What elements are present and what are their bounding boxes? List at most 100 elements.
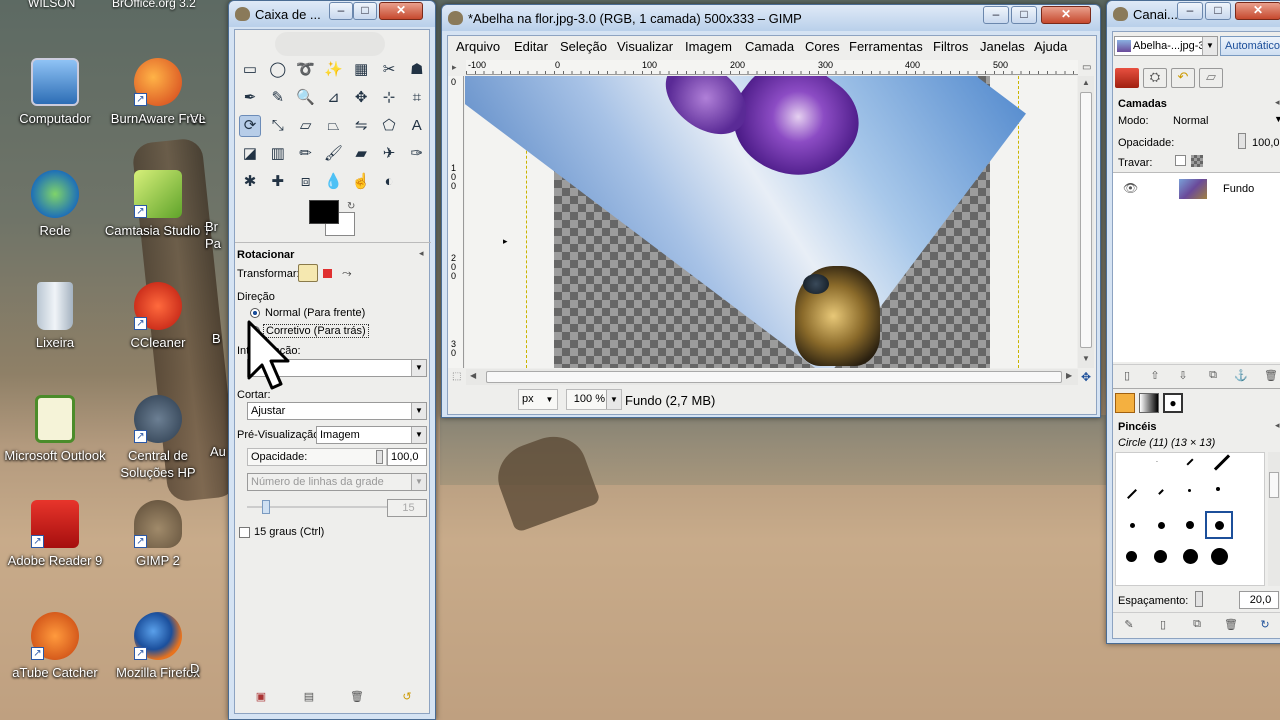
heal-icon[interactable]: ✚	[267, 171, 289, 193]
lock-pixels-checkbox[interactable]	[1175, 155, 1186, 166]
delete-options-icon[interactable]: 🗑	[349, 690, 365, 704]
perspective-icon[interactable]: ⏢	[322, 115, 344, 137]
grid-lines-slider[interactable]	[247, 500, 387, 514]
panel-menu-icon[interactable]: ◂	[1275, 97, 1280, 108]
smudge-icon[interactable]: ☝	[350, 171, 372, 193]
close-button[interactable]: ✕	[1235, 2, 1280, 20]
minimize-button[interactable]: –	[1177, 2, 1203, 20]
clone-icon[interactable]: ✱	[239, 171, 261, 193]
reset-options-icon[interactable]: ↺	[399, 690, 415, 704]
desktop-icon-partial[interactable]: D	[190, 612, 220, 677]
brush-item[interactable]: .	[1156, 457, 1158, 464]
layer-opacity-slider-handle[interactable]	[1238, 133, 1246, 149]
shear-icon[interactable]: ▱	[295, 115, 317, 137]
desktop-icon-hp[interactable]: ↗ Central de Soluções HP	[103, 395, 213, 481]
align-icon[interactable]: ⊹	[378, 87, 400, 109]
delete-layer-icon[interactable]: 🗑	[1263, 369, 1279, 383]
horizontal-scrollbar[interactable]: ◀ ▶	[466, 369, 1078, 385]
navigate-icon[interactable]: ▭	[1082, 62, 1091, 73]
opacity-spin[interactable]: 100,0	[387, 448, 427, 466]
horizontal-scroll-thumb[interactable]	[486, 371, 1062, 383]
restore-options-icon[interactable]: ▤	[301, 690, 317, 704]
selected-brush-item[interactable]	[1205, 511, 1233, 539]
scroll-right-icon[interactable]: ▶	[1066, 371, 1072, 380]
close-button[interactable]: ✕	[1041, 6, 1091, 24]
zoom-combo[interactable]: 100 % ▼	[566, 389, 622, 410]
brush-item[interactable]	[1158, 522, 1165, 529]
foreground-color-swatch[interactable]	[309, 200, 339, 224]
menu-editar[interactable]: Editar	[514, 39, 548, 54]
spacing-slider-handle[interactable]	[1195, 591, 1203, 607]
ellipse-select-icon[interactable]: ◯	[267, 59, 289, 81]
eraser-icon[interactable]: ▰	[350, 143, 372, 165]
rotate-icon[interactable]: ⟳	[239, 115, 261, 137]
layer-row[interactable]: 👁 Fundo	[1113, 176, 1280, 202]
color-picker-icon[interactable]: ✎	[267, 87, 289, 109]
opacity-slider[interactable]: Opacidade:	[247, 448, 387, 466]
panel-menu-icon[interactable]: ◂	[1275, 420, 1280, 431]
preview-combo[interactable]: Imagem ▼	[316, 426, 427, 444]
brush-item[interactable]	[1213, 454, 1231, 471]
duplicate-layer-icon[interactable]: ⧉	[1205, 369, 1221, 383]
panel-menu-icon[interactable]: ◂	[419, 248, 424, 259]
menu-cores[interactable]: Cores	[805, 39, 840, 54]
maximize-button[interactable]: □	[1205, 2, 1231, 20]
auto-button[interactable]: Automático	[1220, 36, 1280, 56]
desktop-icon-partial[interactable]: VL	[190, 58, 230, 127]
brush-item[interactable]	[1130, 523, 1135, 528]
duplicate-brush-icon[interactable]: ⧉	[1189, 618, 1205, 632]
desktop-icon-outlook[interactable]: Microsoft Outlook	[0, 395, 110, 464]
desktop-icon-lixeira[interactable]: Lixeira	[0, 282, 110, 351]
flip-icon[interactable]: ⇋	[350, 115, 372, 137]
lower-layer-icon[interactable]: ⇩	[1175, 369, 1191, 383]
minimize-button[interactable]: –	[983, 6, 1009, 24]
brush-item[interactable]	[1154, 550, 1167, 563]
pencil-icon[interactable]: ✏	[295, 143, 317, 165]
rect-select-icon[interactable]: ▭	[239, 59, 261, 81]
dodge-burn-icon[interactable]: ◐	[378, 171, 400, 193]
move-icon[interactable]: ✥	[350, 87, 372, 109]
paths-icon[interactable]: ✒	[239, 87, 261, 109]
fuzzy-select-icon[interactable]: ✨	[322, 59, 344, 81]
perspective-clone-icon[interactable]: ⧈	[295, 171, 317, 193]
grid-lines-slider-handle[interactable]	[262, 500, 270, 514]
quick-mask-toggle-icon[interactable]: ⬚	[452, 371, 461, 382]
vertical-scrollbar[interactable]: ▲ ▼	[1078, 76, 1094, 368]
brush-item[interactable]	[1126, 551, 1137, 562]
spacing-spin[interactable]: 20,0	[1239, 591, 1279, 609]
direction-normal-radio[interactable]	[250, 308, 260, 318]
brush-item[interactable]	[1186, 458, 1194, 466]
bucket-fill-icon[interactable]: ◪	[239, 143, 261, 165]
brush-item[interactable]	[1188, 489, 1191, 492]
navigation-icon[interactable]: ✥	[1081, 370, 1091, 384]
eye-icon[interactable]: 👁	[1123, 181, 1138, 195]
zoom-icon[interactable]: 🔍	[295, 87, 317, 109]
desktop-icon-camtasia[interactable]: ↗ Camtasia Studio 7	[103, 170, 213, 239]
scroll-down-icon[interactable]: ▼	[1082, 354, 1090, 363]
tab-gradients-icon[interactable]	[1139, 393, 1159, 413]
image-titlebar[interactable]: *Abelha na flor.jpg-3.0 (RGB, 1 camada) …	[442, 5, 1100, 31]
menu-ferramentas[interactable]: Ferramentas	[849, 39, 923, 54]
menu-selecao[interactable]: Seleção	[560, 39, 607, 54]
layer-opacity-value[interactable]: 100,0	[1252, 137, 1280, 149]
opacity-slider-handle[interactable]	[376, 450, 383, 464]
chevron-down-icon[interactable]: ▼	[1274, 114, 1280, 124]
menu-ajuda[interactable]: Ajuda	[1034, 39, 1067, 54]
brush-scroll-thumb[interactable]	[1269, 472, 1279, 498]
transform-path-icon[interactable]: ⤳	[342, 266, 352, 281]
desktop-icon-atube-catcher[interactable]: ↗ aTube Catcher	[0, 612, 110, 681]
minimize-button[interactable]: –	[329, 2, 353, 20]
scissors-icon[interactable]: ✂	[378, 59, 400, 81]
menu-camada[interactable]: Camada	[745, 39, 794, 54]
scale-icon[interactable]: ⤡	[267, 115, 289, 137]
menu-janelas[interactable]: Janelas	[980, 39, 1025, 54]
unit-combo[interactable]: px ▼	[518, 389, 558, 410]
brush-item[interactable]	[1183, 549, 1198, 564]
clipping-combo[interactable]: Ajustar ▼	[247, 402, 427, 420]
raise-layer-icon[interactable]: ⇧	[1147, 369, 1163, 383]
brush-item[interactable]	[1211, 548, 1228, 565]
scroll-up-icon[interactable]: ▲	[1082, 78, 1090, 87]
new-layer-icon[interactable]: ▯	[1119, 369, 1135, 383]
constrain-15-degrees-checkbox[interactable]	[239, 527, 250, 538]
layers-titlebar[interactable]: Canai... – □ ✕	[1107, 1, 1280, 27]
